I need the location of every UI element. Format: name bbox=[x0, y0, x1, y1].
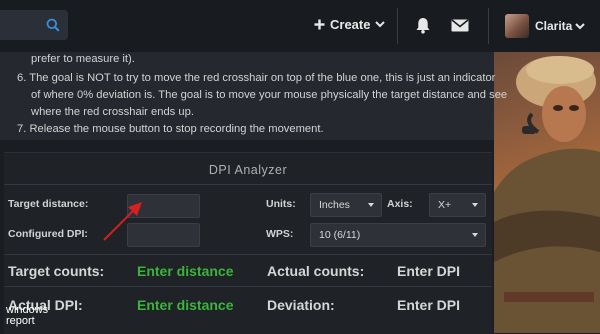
avatar[interactable] bbox=[505, 14, 529, 38]
nav-divider bbox=[397, 8, 398, 44]
chevron-down-icon bbox=[368, 203, 374, 207]
divider bbox=[4, 254, 492, 255]
instruction-line: of where 0% deviation is. The goal is to… bbox=[31, 89, 508, 101]
deviation-label: Deviation: bbox=[267, 297, 335, 313]
user-menu-button[interactable]: Clarita bbox=[535, 19, 586, 33]
target-counts-label: Target counts: bbox=[8, 263, 105, 279]
search-button[interactable] bbox=[38, 10, 68, 40]
nav-divider bbox=[488, 8, 489, 44]
panel-title: DPI Analyzer bbox=[208, 163, 288, 177]
search-icon bbox=[46, 18, 60, 32]
wps-select[interactable]: 10 (6/11) bbox=[310, 223, 486, 247]
chevron-down-icon bbox=[472, 233, 478, 237]
instruction-line: 6. The goal is NOT to try to move the re… bbox=[17, 72, 496, 84]
axis-select[interactable]: X+ bbox=[429, 193, 486, 217]
chevron-down-icon bbox=[472, 203, 478, 207]
dpi-analyzer-panel: DPI Analyzer Target distance: Units: Inc… bbox=[4, 152, 492, 334]
wps-value: 10 (6/11) bbox=[319, 229, 361, 241]
target-distance-label: Target distance: bbox=[8, 198, 89, 210]
divider bbox=[4, 184, 492, 185]
units-value: Inches bbox=[319, 199, 350, 211]
chevron-down-icon bbox=[575, 22, 586, 29]
windows-report-logo: windows report bbox=[6, 305, 48, 327]
instruction-line: prefer to measure it). bbox=[31, 53, 135, 65]
actual-dpi-value: Enter distance bbox=[137, 297, 234, 313]
axis-value: X+ bbox=[438, 199, 452, 211]
wps-label: WPS: bbox=[266, 228, 294, 240]
notifications-button[interactable] bbox=[412, 14, 434, 36]
soldier-artwork bbox=[494, 56, 600, 333]
username-label: Clarita bbox=[535, 19, 573, 33]
create-label: Create bbox=[330, 17, 371, 32]
actual-counts-label: Actual counts: bbox=[267, 263, 365, 279]
plus-icon bbox=[314, 19, 325, 30]
messages-button[interactable] bbox=[449, 14, 471, 36]
instruction-line: where the red crosshair ends up. bbox=[31, 106, 194, 118]
instructions-panel: prefer to measure it). 6. The goal is NO… bbox=[0, 52, 507, 140]
target-counts-value: Enter distance bbox=[137, 263, 234, 279]
bell-icon bbox=[416, 17, 430, 34]
axis-label: Axis: bbox=[387, 198, 413, 210]
top-navbar: Create Clarita bbox=[0, 0, 600, 53]
deviation-value: Enter DPI bbox=[397, 297, 461, 313]
chevron-down-icon bbox=[375, 21, 386, 28]
divider bbox=[4, 286, 492, 287]
units-select[interactable]: Inches bbox=[310, 193, 382, 217]
search-input[interactable] bbox=[0, 10, 68, 40]
logo-line: report bbox=[6, 315, 35, 327]
actual-counts-value: Enter DPI bbox=[397, 263, 461, 279]
background-artwork bbox=[494, 52, 600, 333]
mail-icon bbox=[451, 18, 469, 31]
configured-dpi-label: Configured DPI: bbox=[8, 228, 88, 240]
instruction-line: 7. Release the mouse button to stop reco… bbox=[17, 123, 324, 135]
units-label: Units: bbox=[266, 198, 296, 210]
create-menu-button[interactable]: Create bbox=[314, 17, 386, 32]
annotation-arrow bbox=[103, 202, 142, 241]
